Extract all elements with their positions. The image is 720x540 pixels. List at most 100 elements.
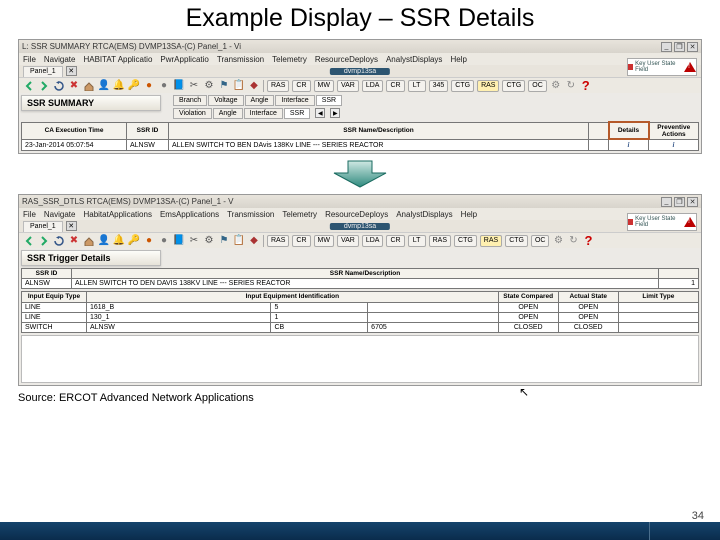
- chip-345[interactable]: 345: [429, 80, 449, 92]
- orange-dot-icon-2[interactable]: ●: [143, 235, 155, 247]
- chip-mw[interactable]: MW: [314, 80, 334, 92]
- maximize-button-2[interactable]: ❐: [674, 197, 685, 207]
- cell-preventive-link[interactable]: i: [649, 139, 699, 151]
- menu-file[interactable]: File: [23, 55, 36, 64]
- chip2-ctg1[interactable]: CTG: [454, 235, 477, 247]
- tab-main[interactable]: Panel_1: [23, 66, 63, 77]
- chip-lt[interactable]: LT: [408, 80, 426, 92]
- stop-icon-2[interactable]: ✖: [68, 235, 80, 247]
- close-button[interactable]: ✕: [687, 42, 698, 52]
- chip2-cr2[interactable]: CR: [386, 235, 404, 247]
- clipboard-icon[interactable]: 📋: [233, 80, 245, 92]
- subtab2-ssr[interactable]: SSR: [284, 108, 310, 119]
- chip2-lda[interactable]: LDA: [362, 235, 384, 247]
- chip2-ras3[interactable]: RAS: [480, 235, 502, 247]
- back-icon-2[interactable]: [23, 235, 35, 247]
- flag-icon[interactable]: ⚑: [218, 80, 230, 92]
- menu2-telemetry[interactable]: Telemetry: [282, 210, 317, 219]
- orange-dot-icon[interactable]: ●: [143, 80, 155, 92]
- table-row[interactable]: 23-Jan-2014 05:07:54 ALNSW ALLEN SWITCH …: [22, 139, 699, 151]
- chip-cr2[interactable]: CR: [386, 80, 404, 92]
- chip2-ras[interactable]: RAS: [267, 235, 289, 247]
- menu-resource[interactable]: ResourceDeploys: [315, 55, 378, 64]
- menu-navigate[interactable]: Navigate: [44, 55, 76, 64]
- scissors-icon-2[interactable]: ✂: [188, 235, 200, 247]
- chip-ras1[interactable]: RAS: [267, 80, 289, 92]
- chip-oc[interactable]: OC: [528, 80, 547, 92]
- menu2-transmission[interactable]: Transmission: [227, 210, 274, 219]
- forward-icon-2[interactable]: [38, 235, 50, 247]
- menu-help[interactable]: Help: [450, 55, 466, 64]
- menu-analyst[interactable]: AnalystDisplays: [386, 55, 442, 64]
- chip2-cr[interactable]: CR: [292, 235, 310, 247]
- chip-ctg1[interactable]: CTG: [451, 80, 474, 92]
- subtab-branch[interactable]: Branch: [173, 95, 207, 106]
- maximize-button[interactable]: ❐: [674, 42, 685, 52]
- subtab2-violation[interactable]: Violation: [173, 108, 212, 119]
- chip2-mw[interactable]: MW: [314, 235, 334, 247]
- subtab2-angle[interactable]: Angle: [213, 108, 243, 119]
- forward-icon[interactable]: [38, 80, 50, 92]
- refresh-icon[interactable]: [53, 80, 65, 92]
- stop-icon[interactable]: ✖: [68, 80, 80, 92]
- bell-icon[interactable]: 🔔: [113, 80, 125, 92]
- table-row[interactable]: LINE 130_1 1 OPEN OPEN: [22, 312, 699, 322]
- subtab-interface[interactable]: Interface: [275, 95, 314, 106]
- tab-main-2[interactable]: Panel_1: [23, 221, 63, 232]
- chip-lda[interactable]: LDA: [362, 80, 384, 92]
- help-icon[interactable]: ?: [580, 80, 592, 92]
- table-row[interactable]: LINE 1618_B 5 OPEN OPEN: [22, 302, 699, 312]
- menu2-habitat[interactable]: HabitatApplications: [83, 210, 151, 219]
- grey-dot-icon-2[interactable]: ●: [158, 235, 170, 247]
- chip-cr1[interactable]: CR: [292, 80, 310, 92]
- tab-close-button[interactable]: ✕: [66, 66, 77, 76]
- settings-icon-2[interactable]: ⚙: [552, 235, 564, 247]
- subtab-voltage[interactable]: Voltage: [208, 95, 243, 106]
- person-icon[interactable]: 👤: [98, 80, 110, 92]
- menu-habitat[interactable]: HABITAT Applicatio: [83, 55, 152, 64]
- flag-icon-2[interactable]: ⚑: [218, 235, 230, 247]
- key-icon[interactable]: 🔑: [128, 80, 140, 92]
- bell-icon-2[interactable]: 🔔: [113, 235, 125, 247]
- chip-var[interactable]: VAR: [337, 80, 359, 92]
- chip-ras2[interactable]: RAS: [477, 80, 499, 92]
- menu2-analyst[interactable]: AnalystDisplays: [396, 210, 452, 219]
- minimize-button-2[interactable]: _: [661, 197, 672, 207]
- home-icon[interactable]: [83, 80, 95, 92]
- help-icon-2[interactable]: ?: [582, 235, 594, 247]
- menu2-help[interactable]: Help: [461, 210, 477, 219]
- chip2-ras2[interactable]: RAS: [429, 235, 451, 247]
- chip2-oc[interactable]: OC: [531, 235, 550, 247]
- chip2-lt[interactable]: LT: [408, 235, 426, 247]
- subtab-angle[interactable]: Angle: [245, 95, 275, 106]
- menu2-navigate[interactable]: Navigate: [44, 210, 76, 219]
- menu-pwrapp[interactable]: PwrApplicatio: [160, 55, 208, 64]
- cycle-icon[interactable]: ↻: [565, 80, 577, 92]
- scissors-icon[interactable]: ✂: [188, 80, 200, 92]
- settings-icon[interactable]: ⚙: [550, 80, 562, 92]
- menu2-resource[interactable]: ResourceDeploys: [325, 210, 388, 219]
- tab-close-2[interactable]: ✕: [66, 221, 77, 231]
- refresh-icon-2[interactable]: [53, 235, 65, 247]
- menu-transmission[interactable]: Transmission: [217, 55, 264, 64]
- table-row[interactable]: ALNSW ALLEN SWITCH TO DEN DAVIS 138KV LI…: [22, 279, 699, 289]
- person-icon-2[interactable]: 👤: [98, 235, 110, 247]
- chip2-var[interactable]: VAR: [337, 235, 359, 247]
- menu2-ems[interactable]: EmsApplications: [160, 210, 219, 219]
- close-button-2[interactable]: ✕: [687, 197, 698, 207]
- chip2-ctg2[interactable]: CTG: [505, 235, 528, 247]
- table-row[interactable]: SWITCH ALNSW CB 6705 CLOSED CLOSED: [22, 322, 699, 332]
- minimize-button[interactable]: _: [661, 42, 672, 52]
- subtab-scroll-right[interactable]: ▶: [330, 108, 340, 118]
- chip-ctg2[interactable]: CTG: [502, 80, 525, 92]
- subtab-scroll-left[interactable]: ◀: [315, 108, 325, 118]
- book-icon-2[interactable]: 📘: [173, 235, 185, 247]
- subtab2-interface[interactable]: Interface: [244, 108, 283, 119]
- menu-telemetry[interactable]: Telemetry: [272, 55, 307, 64]
- menu2-file[interactable]: File: [23, 210, 36, 219]
- gear-icon[interactable]: ⚙: [203, 80, 215, 92]
- back-icon[interactable]: [23, 80, 35, 92]
- clipboard-icon-2[interactable]: 📋: [233, 235, 245, 247]
- key-icon-2[interactable]: 🔑: [128, 235, 140, 247]
- grey-dot-icon[interactable]: ●: [158, 80, 170, 92]
